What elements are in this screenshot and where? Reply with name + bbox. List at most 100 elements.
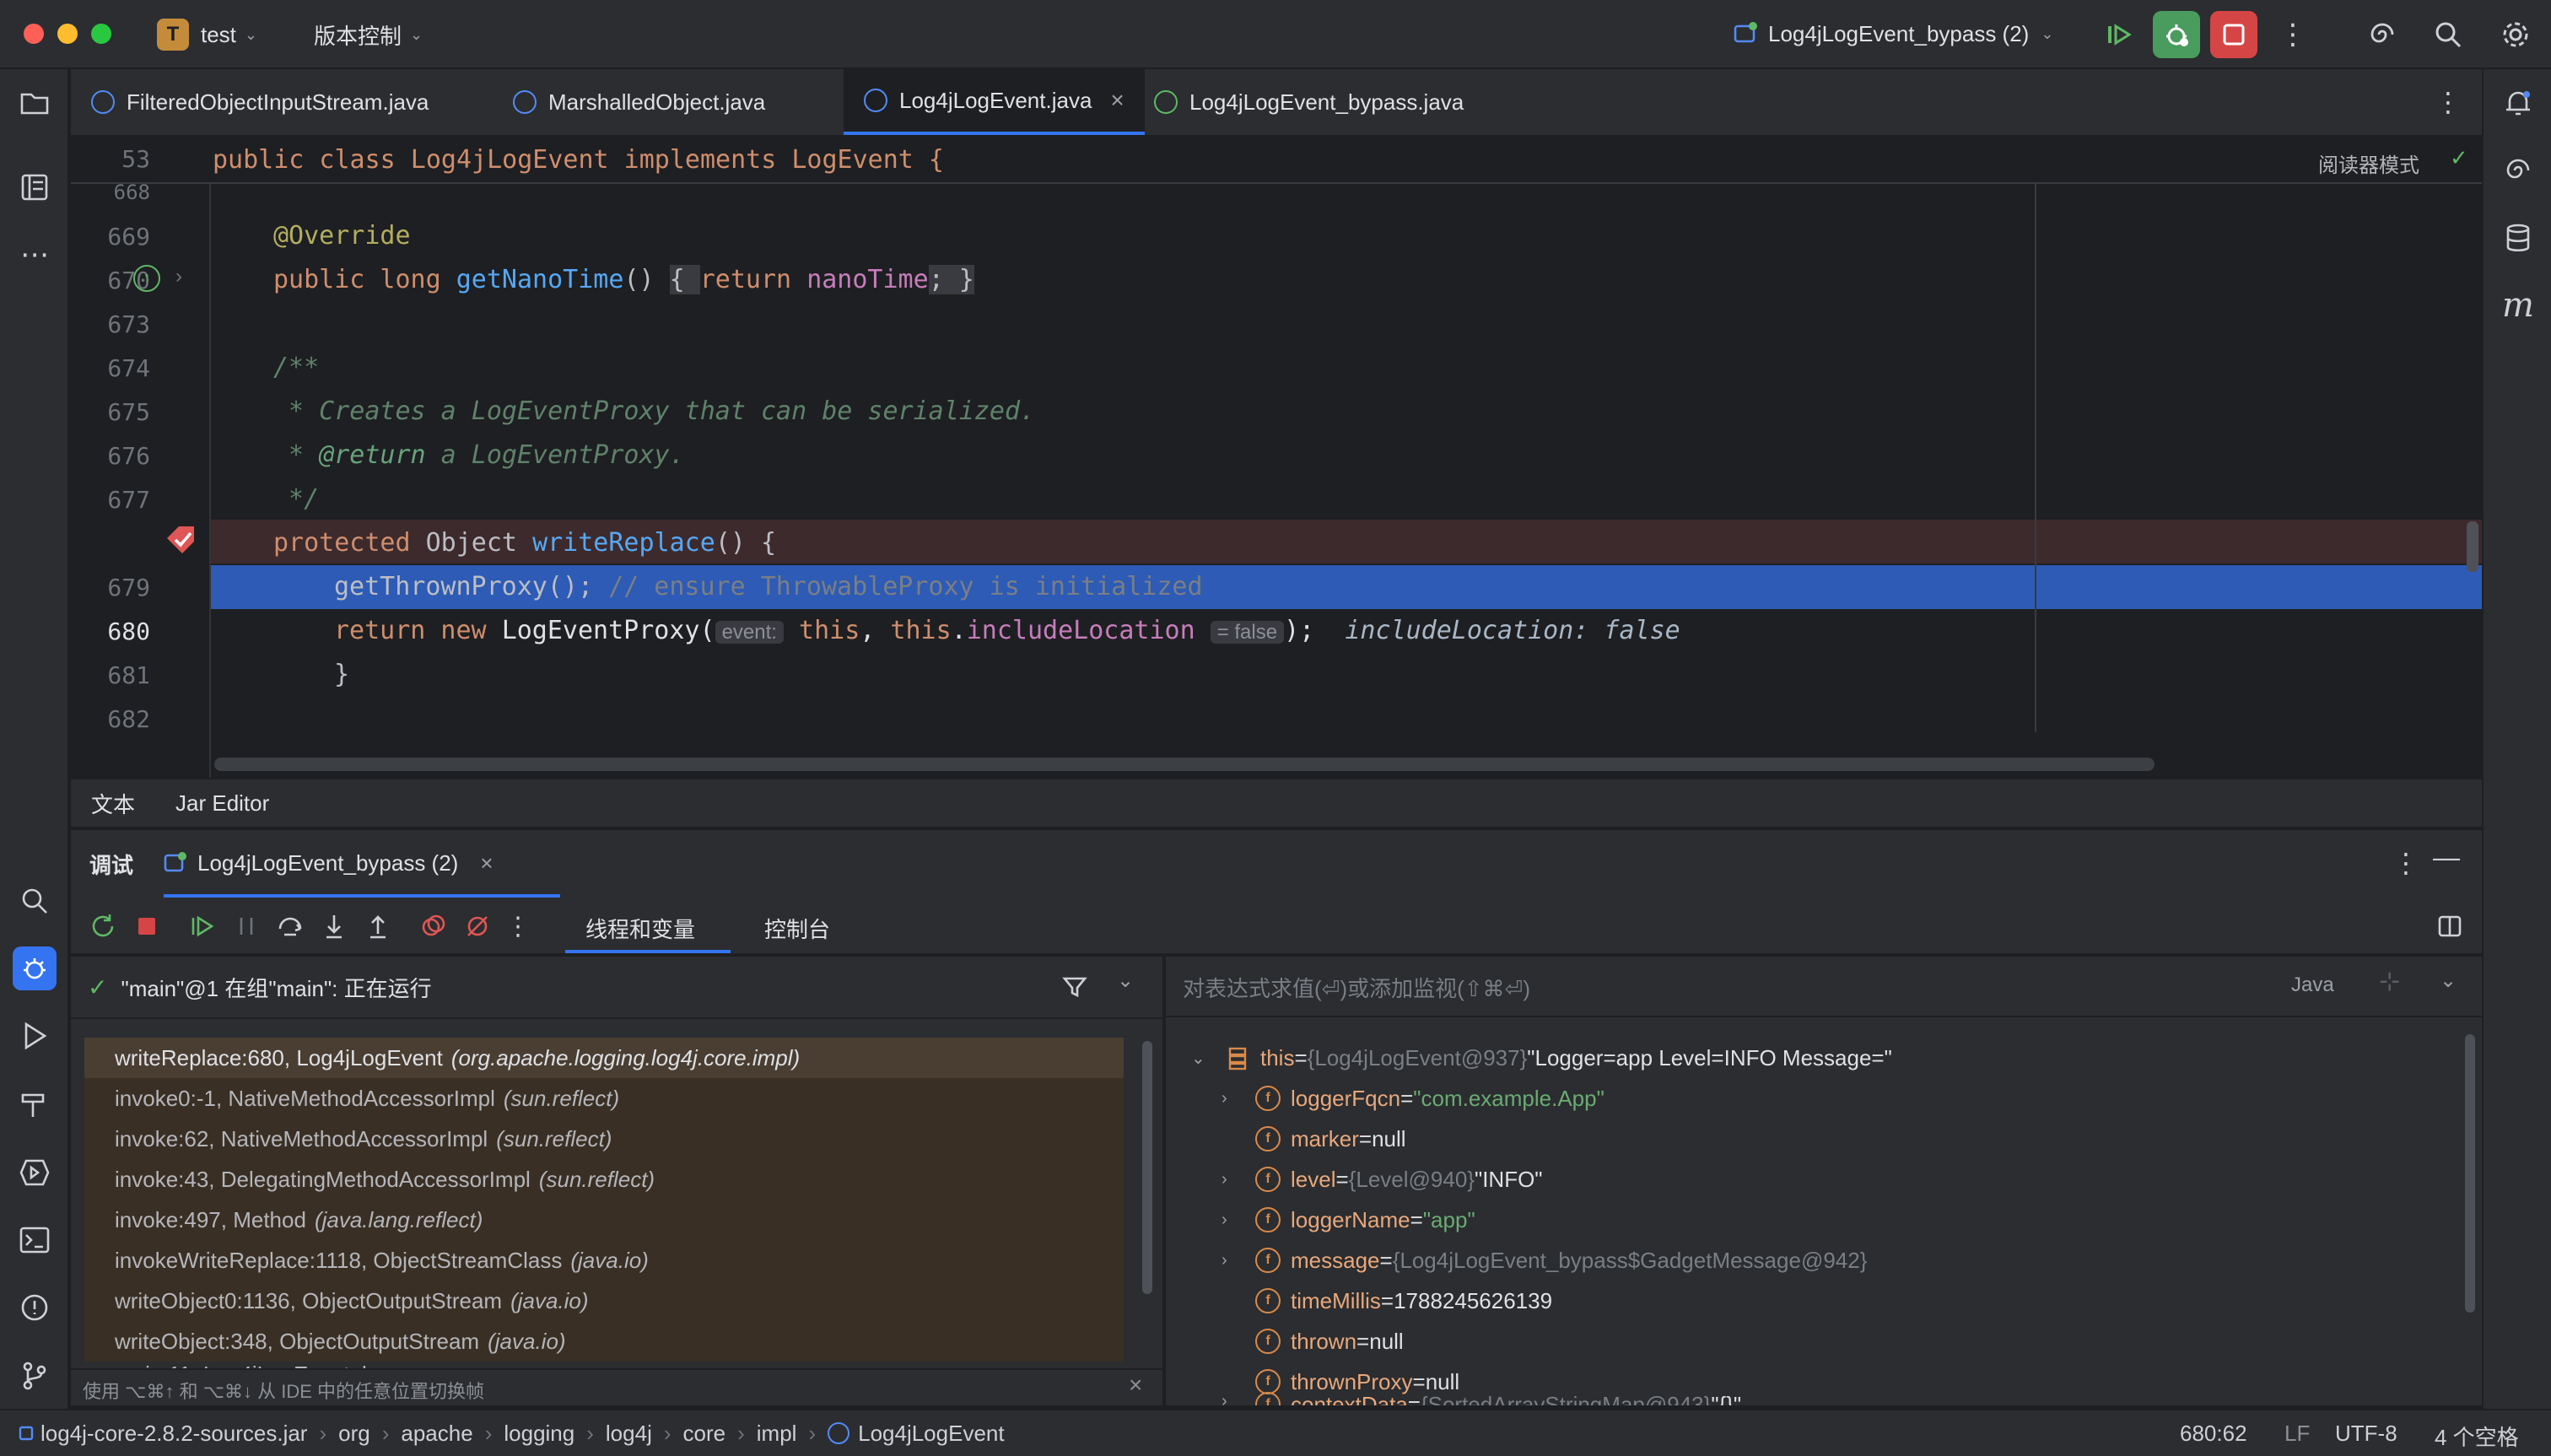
step-into-button[interactable] [317,909,351,943]
subtab-threads-variables[interactable]: 线程和变量 [585,913,695,944]
ai-chat-button[interactable] [2498,150,2538,191]
variable-row[interactable]: f thrown = null [1255,1321,1404,1362]
panel-options-button[interactable]: ⋮ [2392,847,2419,879]
chevron-right-icon[interactable]: › [1222,1211,1255,1230]
close-window-button[interactable] [24,24,44,44]
layout-settings-button[interactable] [2433,909,2467,943]
tab-text[interactable]: 文本 [91,788,135,819]
variable-row[interactable]: › f contextData = {SortedArrayStringMap@… [1222,1392,1741,1405]
variable-row[interactable]: › f loggerName = "app" [1222,1200,1475,1240]
more-actions-button[interactable]: ⋮ [2269,11,2316,58]
indent-setting[interactable]: 4 个空格 [2435,1421,2519,1452]
breadcrumb-item[interactable]: logging [504,1421,574,1447]
debug-button[interactable] [2153,11,2200,58]
variable-row[interactable]: f marker = null [1255,1119,1406,1159]
thread-selector[interactable]: ✓ "main"@1 在组"main": 正在运行 [88,968,432,1006]
breadcrumb-item[interactable]: log4j-core-2.8.2-sources.jar [40,1421,307,1447]
add-watch-icon[interactable]: ⊹ [2379,967,2400,996]
close-session-icon[interactable]: × [480,850,493,876]
filter-icon[interactable] [1061,973,1088,1000]
ai-assistant-button[interactable] [2359,11,2406,58]
chevron-down-icon[interactable]: ⌄ [1117,968,1134,993]
chevron-right-icon[interactable]: › [1222,1251,1255,1270]
stack-frame[interactable]: invoke:62, NativeMethodAccessorImpl (sun.… [84,1119,1124,1159]
git-tool-button[interactable] [14,1355,55,1395]
language-selector[interactable]: Java [2291,973,2334,997]
stack-frame[interactable]: writeObject0:1136, ObjectOutputStream (ja… [84,1281,1124,1321]
stack-frame[interactable]: invoke:43, DelegatingMethodAccessorImpl(… [84,1159,1124,1200]
breakpoint-icon[interactable] [164,523,197,557]
find-tool-button[interactable] [14,881,55,921]
chevron-right-icon[interactable]: › [1222,1089,1255,1108]
horizontal-scrollbar[interactable] [214,758,2155,771]
variable-row[interactable]: ⌄ this = {Log4jLogEvent@937} "Logger=app… [1191,1038,1892,1078]
vertical-scrollbar[interactable] [2467,521,2478,572]
zoom-window-button[interactable] [91,24,111,44]
search-button[interactable] [2424,11,2472,58]
tab-marshalled-object[interactable]: MarshalledObject.java [513,69,765,135]
variable-row[interactable]: f timeMillis = 1788245626139 [1255,1281,1552,1321]
pause-button[interactable] [229,909,263,943]
caret-position[interactable]: 680:62 [2180,1421,2247,1447]
stack-frame[interactable]: writeReplace:680, Log4jLogEvent (org.apac… [84,1038,1124,1078]
stack-frame[interactable]: invoke:497, Method (java.lang.reflect) [84,1200,1124,1240]
tab-options-button[interactable]: ⋮ [2435,86,2462,118]
minimize-panel-button[interactable]: — [2433,842,2460,873]
chevron-down-icon[interactable]: ⌄ [1191,1048,1225,1069]
evaluate-expression-input[interactable]: 对表达式求值(⏎)或添加监视(⇧⌘⏎) [1183,972,1530,1003]
subtab-console[interactable]: 控制台 [764,913,830,944]
breadcrumb-item[interactable]: impl [757,1421,797,1447]
stop-debug-button[interactable] [130,909,164,943]
vcs-selector[interactable]: 版本控制 ⌄ [314,19,423,51]
tab-filtered-object-input-stream[interactable]: FilteredObjectInputStream.java [91,69,429,135]
code-editor[interactable]: 53 public class Log4jLogEvent implements… [71,137,2482,778]
chevron-down-icon[interactable]: ⌄ [2440,968,2457,993]
expand-chevron-icon[interactable]: › [175,265,182,289]
rerun-button[interactable] [86,909,120,943]
tab-jar-editor[interactable]: Jar Editor [175,790,269,817]
project-badge[interactable]: T [157,19,189,51]
close-hint-icon[interactable]: × [1129,1372,1142,1399]
run-tool-button[interactable] [14,1016,55,1056]
view-breakpoints-button[interactable] [417,909,450,943]
breadcrumb-item[interactable]: core [683,1421,726,1447]
mute-breakpoints-button[interactable] [461,909,494,943]
step-out-button[interactable] [361,909,395,943]
build-tool-button[interactable] [14,1085,55,1125]
resume-program-button[interactable] [186,909,219,943]
problems-tool-button[interactable] [14,1287,55,1328]
tab-log4j-log-event[interactable]: Log4jLogEvent.java × [844,69,1145,135]
terminal-tool-button[interactable] [14,1220,55,1260]
debug-tool-button[interactable] [13,946,57,990]
tab-log4j-log-event-bypass[interactable]: Log4jLogEvent_bypass.java [1154,69,1464,135]
variables-scrollbar[interactable] [2465,1034,2475,1313]
file-encoding[interactable]: UTF-8 [2335,1421,2397,1447]
reader-mode-button[interactable]: 阅读器模式 [2318,148,2419,178]
settings-button[interactable] [2492,11,2539,58]
breadcrumb-item[interactable]: Log4jLogEvent [858,1421,1004,1447]
variable-row[interactable]: › f loggerFqcn = "com.example.App" [1222,1078,1604,1119]
notifications-button[interactable] [2498,83,2538,123]
stack-frame[interactable]: invoke0:-1, NativeMethodAccessorImpl (sun… [84,1078,1124,1119]
minimize-window-button[interactable] [57,24,78,44]
overrides-gutter-icon[interactable]: ↑ [133,265,160,292]
stop-button[interactable] [2210,11,2257,58]
breadcrumb-item[interactable]: log4j [606,1421,652,1447]
services-tool-button[interactable] [14,1152,55,1193]
project-selector[interactable]: test ⌄ [201,19,257,51]
stack-frame[interactable]: invokeWriteReplace:1118, ObjectStreamCla… [84,1240,1124,1281]
chevron-right-icon[interactable]: › [1222,1392,1255,1405]
database-button[interactable] [2498,218,2538,258]
structure-tool-button[interactable] [14,167,55,208]
close-tab-icon[interactable]: × [1110,87,1124,114]
project-tool-button[interactable] [14,83,55,123]
resume-button[interactable] [2095,11,2143,58]
chevron-right-icon[interactable]: › [1222,1170,1255,1189]
breadcrumb-item[interactable]: apache [401,1421,472,1447]
variable-row[interactable]: › f message = {Log4jLogEvent_bypass$Gadg… [1222,1240,1867,1281]
run-config-selector[interactable]: Log4jLogEvent_bypass (2) ⌄ [1733,17,2053,51]
maven-button[interactable]: m [2498,285,2538,326]
breadcrumb-item[interactable]: org [338,1421,370,1447]
more-debug-actions-button[interactable]: ⋮ [501,909,535,943]
debug-session-tab[interactable]: Log4jLogEvent_bypass (2) × [164,842,493,884]
